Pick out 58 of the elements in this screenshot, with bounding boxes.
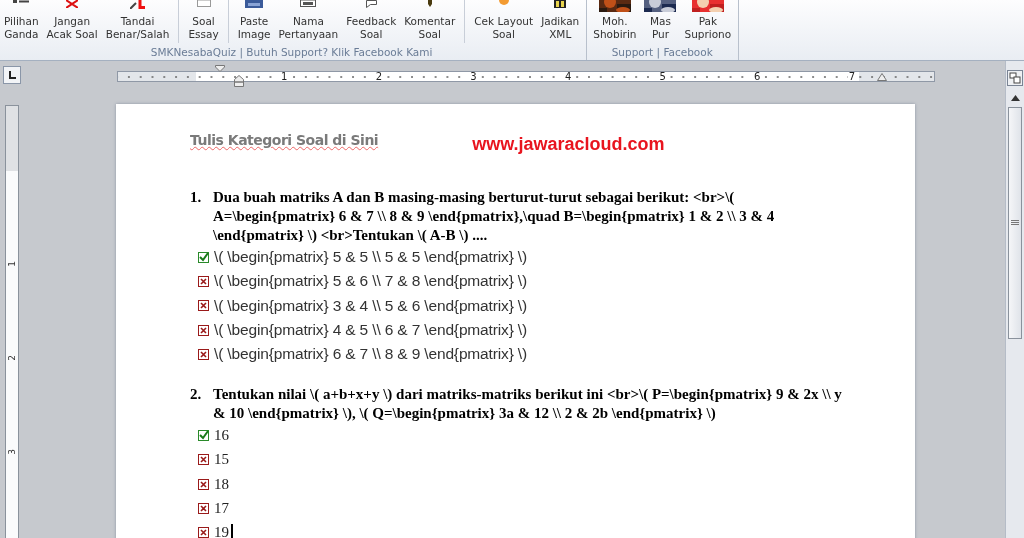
page-icon [196,0,211,7]
horizontal-ruler[interactable]: 1 2 3 4 5 6 7 [117,70,935,82]
scroll-up-icon[interactable] [1010,95,1020,101]
ruler-number: 4 [563,71,573,81]
ribbon-button[interactable]: Pak Supriono [680,0,736,43]
list-icon [13,0,30,3]
website-text: www.jawaracloud.com [472,134,665,155]
indent-marker[interactable] [234,75,244,87]
category-heading: Tulis Kategori Soal di Sini [190,132,379,148]
ruler-number: 3 [469,71,478,81]
group-label: Support | Facebook [610,46,714,58]
ruler-number: 5 [658,71,667,81]
ruler-number: 3 [7,449,17,455]
cross-icon [66,0,79,8]
ruler-number: 2 [7,355,17,361]
ribbon-button[interactable]: Jangan Acak Soal [42,0,102,43]
ribbon-button[interactable]: Soal Essay [184,0,223,43]
indent-marker[interactable] [215,65,225,72]
pencil-icon [129,0,146,9]
answer-text: \( \begin{pmatrix} 6 & 7 \\ 8 & 9 \end{pmatrix} \) [214,345,527,364]
ruler-number: 1 [7,261,17,267]
question-number: 1. [190,188,203,207]
pin-icon [427,0,432,7]
answer-text: 17 [214,500,229,517]
answer-text: \( \begin{pmatrix} 4 & 5 \\ 6 & 7 \end{pmatrix} \) [214,321,527,340]
answer-text: 19 [214,524,229,538]
ribbon-button[interactable]: Pilihan Ganda [0,0,43,43]
answer-text: \( \begin{pmatrix} 3 & 4 \\ 5 & 6 \end{pmatrix} \) [214,296,527,315]
ribbon-button[interactable]: Cek Layout Soal [470,0,538,43]
image-icon [245,0,264,8]
ruler-number: 1 [280,71,289,81]
view-ruler-icon[interactable] [1007,70,1023,86]
answer-text: \( \begin{pmatrix} 5 & 5 \\ 5 & 5 \end{pmatrix} \) [214,248,527,267]
answer-text: 18 [214,475,229,493]
speech-bubble-icon [365,0,377,8]
ribbon-button[interactable]: Paste Image [233,0,275,43]
question-number: 2. [190,385,203,405]
ribbon-button[interactable]: Moh. Shobirin [589,0,641,43]
indent-marker[interactable] [877,73,887,81]
group-label: SMKNesabaQuiz | Butuh Support? Klik Facebook Kami [149,46,434,58]
answer-text: 16 [214,427,229,445]
answer-text: \( \begin{pmatrix} 5 & 6 \\ 7 & 8 \end{pmatrix} \) [214,272,527,291]
ribbon-button[interactable]: Tandai Benar/Salah [101,0,174,43]
ribbon-button[interactable]: Komentar Soal [400,0,460,43]
ribbon-button[interactable]: Feedback Soal [342,0,401,43]
card-icon [300,0,317,7]
scrollbar-thumb[interactable] [1008,107,1022,339]
question-text: Dua buah matriks A dan B masing-masing berturut-turut sebagai berikut: <br>\( A=\begin{pmatrix} 6 & 7 \\ 8 & 9 \end{pmatrix},\quad B=\begin{pmatrix} 1 & 2 \\ 3 & 4 \end{pmatrix} \) <br>Tentukan \( A-B \) .... [213,188,776,245]
ruler-number: 2 [374,71,384,81]
ribbon-button[interactable]: Mas Pur [640,0,681,43]
ribbon-button[interactable]: Nama Pertanyaan [274,0,343,43]
ribbon-button[interactable]: Jadikan XML [537,0,584,43]
document-icon [554,0,567,8]
tab-selector-button[interactable] [3,66,21,84]
ruler-number: 6 [753,71,762,81]
ruler-number: 7 [847,71,857,81]
question-text: Tentukan nilai \( a+b+x+y \) dari matriks-matriks berikut ini <br>\( P=\begin{pmatrix} 9 & 2x \\ y & 10 \end{pmatrix} \), \( Q=\begin{pmatrix} 3a & 12 \\ 2 & 2b \end{pmatrix} \) [213,385,843,424]
answer-text: 15 [214,451,229,469]
